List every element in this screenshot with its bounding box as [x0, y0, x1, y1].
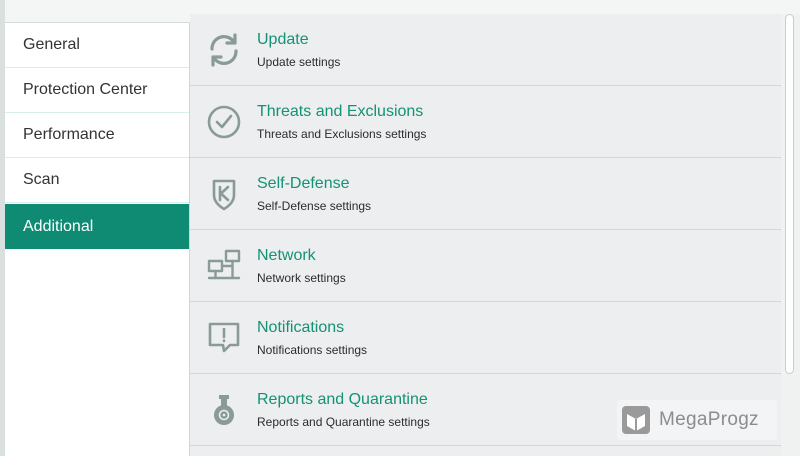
settings-list: Update Update settings Threats and Exclu…	[190, 14, 781, 456]
item-title: Network	[257, 247, 316, 264]
item-description: Network settings	[257, 271, 346, 285]
item-title: Reports and Quarantine	[257, 391, 428, 408]
vertical-scrollbar[interactable]	[781, 14, 800, 456]
sidebar-item-label: General	[23, 36, 80, 53]
sidebar-item-label: Protection Center	[23, 81, 148, 98]
sidebar-item-label: Scan	[23, 171, 60, 188]
network-icon	[206, 248, 242, 284]
item-description: Self-Defense settings	[257, 199, 372, 213]
alert-speech-icon	[206, 320, 242, 356]
list-item-notifications[interactable]: Notifications Notifications settings	[190, 302, 781, 374]
item-description: Update settings	[257, 55, 341, 69]
settings-sidebar: General Protection Center Performance Sc…	[5, 23, 190, 456]
check-circle-icon	[206, 104, 242, 140]
item-title: Notifications	[257, 319, 345, 336]
scrollbar-thumb[interactable]	[785, 14, 794, 374]
item-title: Self-Defense	[257, 175, 350, 192]
list-item-self-defense[interactable]: Self-Defense Self-Defense settings	[190, 158, 781, 230]
item-title: Update	[257, 31, 309, 48]
item-description: Threats and Exclusions settings	[257, 127, 427, 141]
list-item-update[interactable]: Update Update settings	[190, 14, 781, 86]
shield-k-icon	[206, 176, 242, 212]
settings-window: General Protection Center Performance Sc…	[5, 0, 800, 456]
sidebar-item-label: Performance	[23, 126, 115, 143]
watermark-text: MegaProgz	[659, 409, 759, 430]
sidebar-item-scan[interactable]: Scan	[5, 158, 189, 203]
item-description: Reports and Quarantine settings	[257, 415, 430, 429]
sidebar-item-protection-center[interactable]: Protection Center	[5, 68, 189, 113]
sidebar-item-additional[interactable]: Additional	[5, 204, 189, 249]
flask-biohazard-icon	[206, 392, 242, 428]
list-item-network[interactable]: Network Network settings	[190, 230, 781, 302]
refresh-icon	[206, 32, 242, 68]
watermark: MegaProgz	[617, 400, 777, 440]
megaprogz-logo-icon	[621, 405, 651, 435]
list-item-threats-exclusions[interactable]: Threats and Exclusions Threats and Exclu…	[190, 86, 781, 158]
sidebar-item-label: Additional	[23, 217, 94, 235]
item-title: Threats and Exclusions	[257, 103, 424, 120]
sidebar-item-general[interactable]: General	[5, 23, 189, 68]
item-description: Notifications settings	[257, 343, 368, 357]
sidebar-item-performance[interactable]: Performance	[5, 113, 189, 158]
